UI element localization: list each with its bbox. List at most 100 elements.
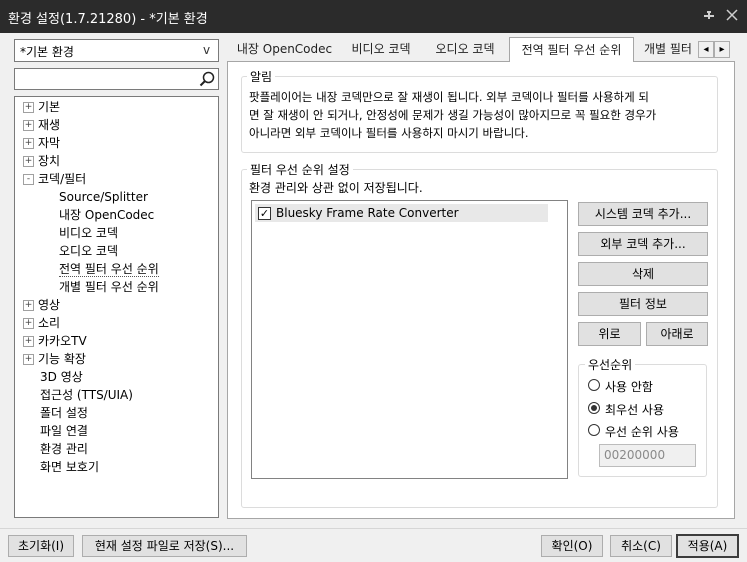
tree-item-label: 오디오 코덱: [59, 244, 119, 258]
add-external-codec-button[interactable]: 외부 코덱 추가...: [578, 232, 708, 256]
tree-item[interactable]: 접근성 (TTS/UIA): [23, 386, 213, 404]
tree-item[interactable]: 오디오 코덱: [23, 242, 213, 260]
reset-button[interactable]: 초기화(I): [8, 535, 74, 557]
notice-text: 팟플레이어는 내장 코덱만으로 잘 재생이 됩니다. 외부 코덱이나 필터를 사…: [249, 88, 656, 142]
tree-item-label: 개별 필터 우선 순위: [59, 280, 159, 294]
window-title: 환경 설정(1.7.21280) - *기본 환경: [8, 12, 208, 27]
tree-item[interactable]: + 기능 확장: [23, 350, 213, 368]
tab-audio-codec[interactable]: 오디오 코덱: [423, 38, 507, 60]
apply-button[interactable]: 적용(A): [676, 534, 739, 558]
search-icon[interactable]: [199, 71, 215, 90]
tree-item-label: Source/Splitter: [59, 190, 148, 204]
add-system-codec-button[interactable]: 시스템 코덱 추가...: [578, 202, 708, 226]
list-item[interactable]: ✓ Bluesky Frame Rate Converter: [255, 204, 548, 222]
tab-scroll-left-button[interactable]: ◂: [698, 41, 714, 58]
tree-item-label: 비디오 코덱: [59, 226, 119, 240]
filter-checkbox[interactable]: ✓: [258, 207, 271, 220]
ok-button[interactable]: 확인(O): [541, 535, 603, 557]
filter-name: Bluesky Frame Rate Converter: [276, 206, 459, 220]
notice-line: 아니라면 외부 코덱이나 필터를 사용하지 마시기 바랍니다.: [249, 126, 529, 140]
footer-divider: [0, 528, 747, 529]
filter-info-button[interactable]: 필터 정보: [578, 292, 708, 316]
search-box: [14, 68, 219, 90]
tab-video-codec[interactable]: 비디오 코덱: [340, 38, 422, 60]
tree-item-label: 기본: [38, 100, 61, 114]
notice-line: 면 잘 재생이 안 되거나, 안정성에 문제가 생길 가능성이 많아지므로 꼭 …: [249, 108, 657, 122]
preset-selected-value: *기본 환경: [20, 45, 74, 59]
tree-item[interactable]: 개별 필터 우선 순위: [23, 278, 213, 296]
tree-item[interactable]: + 소리: [23, 314, 213, 332]
tree-item[interactable]: 환경 관리: [23, 440, 213, 458]
tree-item-label: 내장 OpenCodec: [59, 208, 155, 222]
preset-dropdown[interactable]: *기본 환경 v: [14, 39, 219, 62]
tree-item-label: 파일 연결: [40, 424, 88, 438]
tab-opencodec[interactable]: 내장 OpenCodec: [231, 38, 338, 60]
tree-item-label: 코덱/필터: [38, 172, 87, 186]
pin-icon[interactable]: [701, 9, 717, 27]
tree-item[interactable]: 내장 OpenCodec: [23, 206, 213, 224]
tab-individual-filter[interactable]: 개별 필터: [638, 38, 700, 60]
notice-line: 팟플레이어는 내장 코덱만으로 잘 재생이 됩니다. 외부 코덱이나 필터를 사…: [249, 90, 649, 104]
tree-item-label: 3D 영상: [40, 370, 83, 384]
expand-icon[interactable]: +: [23, 102, 34, 113]
cancel-button[interactable]: 취소(C): [610, 535, 672, 557]
tree-item-label: 전역 필터 우선 순위: [59, 262, 159, 277]
rank-option-none[interactable]: 사용 안함: [588, 377, 703, 395]
tree-item[interactable]: + 영상: [23, 296, 213, 314]
tree-item[interactable]: 전역 필터 우선 순위: [23, 260, 213, 278]
filter-list: ✓ Bluesky Frame Rate Converter: [251, 200, 568, 479]
radio-custom[interactable]: [588, 424, 600, 436]
rank-option-custom[interactable]: 우선 순위 사용: [588, 422, 703, 440]
move-down-button[interactable]: 아래로: [646, 322, 708, 346]
rank-option-label: 사용 안함: [605, 380, 653, 394]
radio-highest[interactable]: [588, 402, 600, 414]
tree-item-label: 자막: [38, 136, 61, 150]
tree-item-label: 환경 관리: [40, 442, 88, 456]
priority-description: 환경 관리와 상관 없이 저장됩니다.: [249, 181, 423, 195]
tree-item[interactable]: + 카카오TV: [23, 332, 213, 350]
expand-icon[interactable]: +: [23, 354, 34, 365]
tree-item-label: 폴더 설정: [40, 406, 88, 420]
rank-option-label: 최우선 사용: [605, 403, 665, 417]
tree-item-label: 소리: [38, 316, 61, 330]
tree-item[interactable]: + 장치: [23, 152, 213, 170]
tree-item-label: 장치: [38, 154, 61, 168]
expand-icon[interactable]: +: [23, 300, 34, 311]
tree-item-label: 접근성 (TTS/UIA): [40, 388, 133, 402]
tab-global-filter-priority[interactable]: 전역 필터 우선 순위: [509, 37, 634, 62]
tree-item[interactable]: 3D 영상: [23, 368, 213, 386]
tree-item[interactable]: + 자막: [23, 134, 213, 152]
rank-legend: 우선순위: [585, 356, 636, 373]
expand-icon[interactable]: +: [23, 318, 34, 329]
expand-icon[interactable]: +: [23, 156, 34, 167]
tree-item[interactable]: Source/Splitter: [23, 188, 213, 206]
priority-legend: 필터 우선 순위 설정: [247, 161, 353, 178]
rank-option-label: 우선 순위 사용: [605, 425, 679, 439]
move-up-button[interactable]: 위로: [578, 322, 641, 346]
tree-item[interactable]: 폴더 설정: [23, 404, 213, 422]
close-icon[interactable]: [724, 9, 740, 25]
tree-item-label: 재생: [38, 118, 61, 132]
tree-item[interactable]: 화면 보호기: [23, 458, 213, 476]
tab-scroll-right-button[interactable]: ▸: [714, 41, 730, 58]
search-input[interactable]: [17, 70, 193, 88]
tree-item[interactable]: - 코덱/필터: [23, 170, 213, 188]
expand-icon[interactable]: +: [23, 336, 34, 347]
delete-button[interactable]: 삭제: [578, 262, 708, 286]
settings-tree: + 기본 + 재생 + 자막 + 장치 - 코덱/필터 Source/Splitter 내장 Open…: [14, 96, 219, 518]
save-settings-file-button[interactable]: 현재 설정 파일로 저장(S)...: [82, 535, 247, 557]
chevron-down-icon: v: [203, 43, 211, 57]
tree-item[interactable]: + 기본: [23, 98, 213, 116]
title-bar: 환경 설정(1.7.21280) - *기본 환경: [0, 0, 747, 33]
expand-icon[interactable]: +: [23, 120, 34, 131]
rank-option-highest[interactable]: 최우선 사용: [588, 400, 703, 418]
radio-none[interactable]: [588, 379, 600, 391]
tree-item-label: 영상: [38, 298, 61, 312]
expand-icon[interactable]: +: [23, 138, 34, 149]
collapse-icon[interactable]: -: [23, 174, 34, 185]
tree-item-label: 화면 보호기: [40, 460, 100, 474]
tree-item[interactable]: 비디오 코덱: [23, 224, 213, 242]
tree-item[interactable]: 파일 연결: [23, 422, 213, 440]
tree-item[interactable]: + 재생: [23, 116, 213, 134]
rank-value-field[interactable]: 00200000: [599, 444, 696, 467]
